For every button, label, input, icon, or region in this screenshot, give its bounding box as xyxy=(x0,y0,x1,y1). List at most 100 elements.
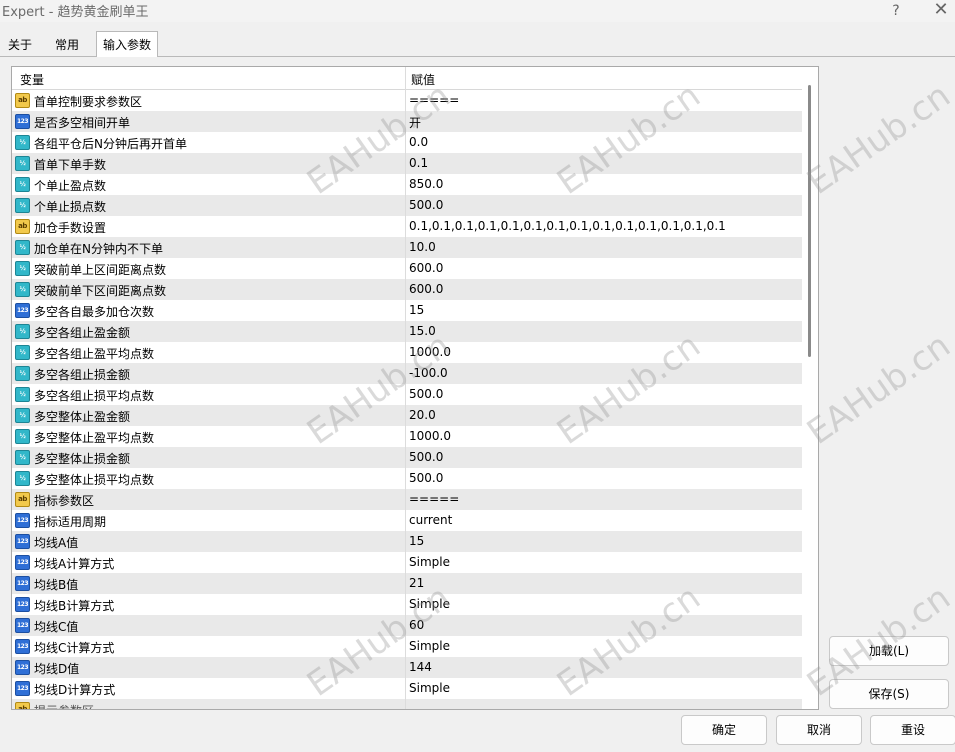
parameter-name: 多空整体止盈平均点数 xyxy=(34,431,155,445)
reset-button[interactable]: 重设 xyxy=(870,715,955,745)
double-type-icon: ½ xyxy=(15,429,30,444)
header-variable[interactable]: 变量 xyxy=(20,71,44,88)
tab-common[interactable]: 常用 xyxy=(49,33,85,57)
parameter-value[interactable]: 600.0 xyxy=(409,282,443,296)
parameter-name: 指标参数区 xyxy=(34,494,95,508)
save-button[interactable]: 保存(S) xyxy=(829,679,949,709)
table-row[interactable]: 123 均线A值 15 xyxy=(12,531,802,552)
parameter-value[interactable]: 850.0 xyxy=(409,177,443,191)
parameter-name: 个单止损点数 xyxy=(34,200,107,214)
parameter-value[interactable]: ===== xyxy=(409,93,459,107)
parameter-value[interactable]: 500.0 xyxy=(409,471,443,485)
parameter-value[interactable]: 500.0 xyxy=(409,198,443,212)
parameter-name: 各组平仓后N分钟后再开首单 xyxy=(34,137,187,151)
parameter-name: 多空各组止盈平均点数 xyxy=(34,347,155,361)
table-body: ab 首单控制要求参数区 ===== 123 是否多空相间开单 开 ½ 各组平仓后N分钟后再开… xyxy=(12,90,802,709)
parameter-value[interactable]: 0.1 xyxy=(409,156,428,170)
table-row[interactable]: ½ 突破前单下区间距离点数 600.0 xyxy=(12,279,802,300)
parameter-value[interactable]: 0.1,0.1,0.1,0.1,0.1,0.1,0.1,0.1,0.1,0.1,… xyxy=(409,219,726,233)
ok-button[interactable]: 确定 xyxy=(681,715,767,745)
table-row[interactable]: ½ 多空各组止盈平均点数 1000.0 xyxy=(12,342,802,363)
parameter-value[interactable]: 15.0 xyxy=(409,324,436,338)
cancel-button[interactable]: 取消 xyxy=(776,715,862,745)
parameter-value[interactable]: ===== xyxy=(409,492,459,506)
column-divider[interactable] xyxy=(405,67,406,709)
table-row[interactable]: 123 均线C计算方式 Simple xyxy=(12,636,802,657)
table-row[interactable]: ½ 多空整体止盈金额 20.0 xyxy=(12,405,802,426)
table-row[interactable]: 123 均线B计算方式 Simple xyxy=(12,594,802,615)
table-row[interactable]: 123 是否多空相间开单 开 xyxy=(12,111,802,132)
table-row[interactable]: ab 指标参数区 ===== xyxy=(12,489,802,510)
parameter-value[interactable]: -100.0 xyxy=(409,366,448,380)
tab-inputs[interactable]: 输入参数 xyxy=(96,31,159,57)
window-title: Expert - 趋势黄金刷单王 xyxy=(2,5,149,20)
parameter-value[interactable]: 1000.0 xyxy=(409,429,451,443)
table-row[interactable]: ½ 多空整体止损平均点数 500.0 xyxy=(12,468,802,489)
title-bar: Expert - 趋势黄金刷单王 ? ✕ xyxy=(0,0,955,22)
parameter-name: 均线B值 xyxy=(34,578,79,592)
table-row[interactable]: ½ 个单止盈点数 850.0 xyxy=(12,174,802,195)
table-row[interactable]: 123 指标适用周期 current xyxy=(12,510,802,531)
tab-strip: 关于 常用 输入参数 xyxy=(0,31,955,57)
parameter-value[interactable]: Simple xyxy=(409,681,450,695)
table-row[interactable]: ½ 个单止损点数 500.0 xyxy=(12,195,802,216)
parameter-value[interactable]: 60 xyxy=(409,618,424,632)
table-row[interactable]: 123 均线A计算方式 Simple xyxy=(12,552,802,573)
parameter-name: 均线C值 xyxy=(34,620,79,634)
parameter-name: 均线B计算方式 xyxy=(34,599,115,613)
parameter-value[interactable]: 600.0 xyxy=(409,261,443,275)
table-row[interactable]: ½ 加仓单在N分钟内不下单 10.0 xyxy=(12,237,802,258)
tab-about[interactable]: 关于 xyxy=(2,33,38,57)
parameter-value[interactable]: 15 xyxy=(409,303,424,317)
parameter-value[interactable]: 144 xyxy=(409,660,432,674)
help-button[interactable]: ? xyxy=(883,0,909,22)
parameter-value[interactable]: 15 xyxy=(409,534,424,548)
parameter-value[interactable]: 500.0 xyxy=(409,450,443,464)
string-type-icon: ab xyxy=(15,702,30,709)
table-header: 变量 赋值 xyxy=(12,67,802,90)
load-button[interactable]: 加载(L) xyxy=(829,636,949,666)
scrollbar-thumb[interactable] xyxy=(808,85,811,357)
integer-type-icon: 123 xyxy=(15,534,30,549)
table-row[interactable]: ½ 多空整体止损金额 500.0 xyxy=(12,447,802,468)
integer-type-icon: 123 xyxy=(15,597,30,612)
table-row[interactable]: 123 均线D值 144 xyxy=(12,657,802,678)
parameter-name: 多空各组止损金额 xyxy=(34,368,131,382)
parameter-value[interactable]: Simple xyxy=(409,555,450,569)
table-row[interactable]: ½ 突破前单上区间距离点数 600.0 xyxy=(12,258,802,279)
table-row[interactable]: ab 首单控制要求参数区 ===== xyxy=(12,90,802,111)
close-button[interactable]: ✕ xyxy=(928,0,954,22)
table-row[interactable]: ½ 多空各组止盈金额 15.0 xyxy=(12,321,802,342)
table-row[interactable]: ½ 各组平仓后N分钟后再开首单 0.0 xyxy=(12,132,802,153)
string-type-icon: ab xyxy=(15,492,30,507)
parameter-name: 均线A值 xyxy=(34,536,79,550)
parameter-name: 提示参数区 xyxy=(34,702,94,709)
table-row[interactable]: ab 加仓手数设置 0.1,0.1,0.1,0.1,0.1,0.1,0.1,0.1,… xyxy=(12,216,802,237)
double-type-icon: ½ xyxy=(15,408,30,423)
table-row[interactable]: ½ 多空各组止损平均点数 500.0 xyxy=(12,384,802,405)
parameter-value[interactable]: current xyxy=(409,513,452,527)
parameter-value[interactable]: 1000.0 xyxy=(409,345,451,359)
parameter-value[interactable]: 开 xyxy=(409,114,421,131)
parameter-value[interactable]: 10.0 xyxy=(409,240,436,254)
parameter-value[interactable]: Simple xyxy=(409,639,450,653)
parameter-value[interactable]: Simple xyxy=(409,597,450,611)
table-row[interactable]: ½ 首单下单手数 0.1 xyxy=(12,153,802,174)
parameter-value[interactable]: 0.0 xyxy=(409,135,428,149)
table-row[interactable]: 123 均线D计算方式 Simple xyxy=(12,678,802,699)
table-row[interactable]: 123 均线B值 21 xyxy=(12,573,802,594)
table-row[interactable]: 123 均线C值 60 xyxy=(12,615,802,636)
header-value[interactable]: 赋值 xyxy=(411,71,435,88)
integer-type-icon: 123 xyxy=(15,555,30,570)
double-type-icon: ½ xyxy=(15,240,30,255)
vertical-scrollbar[interactable] xyxy=(802,67,818,709)
parameter-value[interactable]: 20.0 xyxy=(409,408,436,422)
integer-type-icon: 123 xyxy=(15,618,30,633)
table-row[interactable]: 123 多空各自最多加仓次数 15 xyxy=(12,300,802,321)
table-row[interactable]: ½ 多空各组止损金额 -100.0 xyxy=(12,363,802,384)
parameter-value[interactable]: 21 xyxy=(409,576,424,590)
table-row[interactable]: ½ 多空整体止盈平均点数 1000.0 xyxy=(12,426,802,447)
table-row[interactable]: ab 提示参数区 xyxy=(12,699,802,709)
parameter-value[interactable]: 500.0 xyxy=(409,387,443,401)
parameter-name: 加仓单在N分钟内不下单 xyxy=(34,242,163,256)
